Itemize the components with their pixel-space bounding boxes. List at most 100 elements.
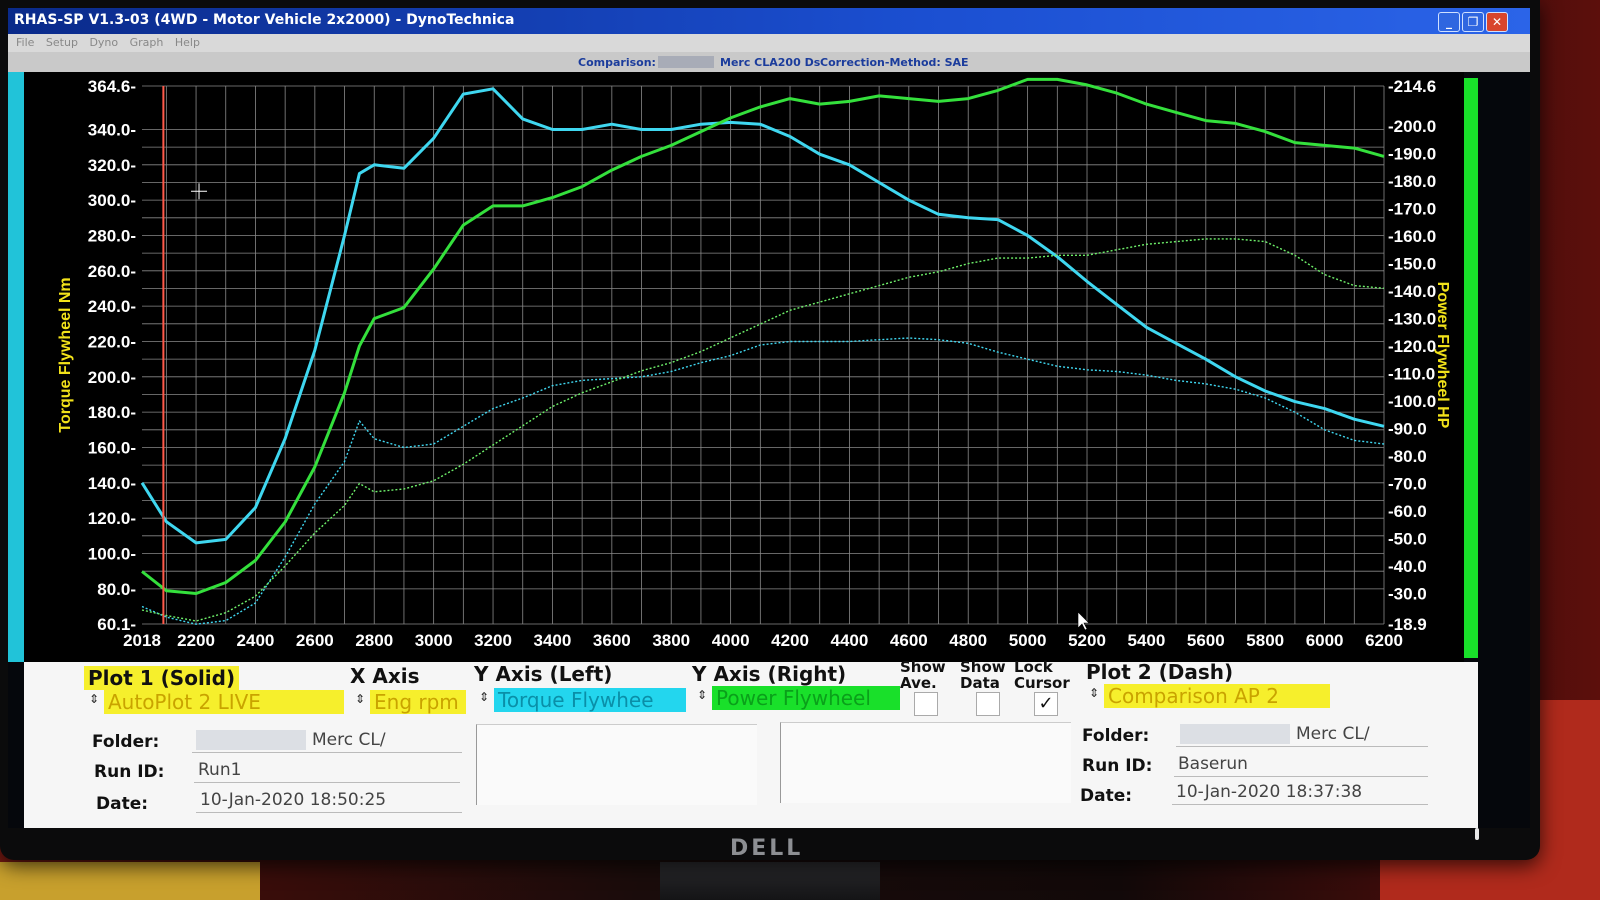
series-solid-right[interactable]: [141, 77, 1385, 595]
y-tick-label-right: -90.0: [1388, 420, 1427, 439]
y-tick-label-right: -110.0: [1388, 365, 1435, 384]
y-axis-right-header: Y Axis (Right): [692, 662, 847, 686]
show-ave-checkbox[interactable]: [914, 692, 938, 716]
y-tick-label-right: -100.0: [1388, 392, 1436, 411]
plot1-date-label: Date:: [96, 794, 149, 814]
y-tick-label-right: -40.0: [1388, 557, 1427, 576]
menu-item-dyno[interactable]: Dyno: [89, 36, 118, 49]
x-tick-label: 3200: [474, 631, 512, 650]
x-tick-label: 2400: [237, 631, 275, 650]
y-tick-label-right: -180.0: [1388, 172, 1436, 191]
y-tick-label-right: -160.0: [1388, 227, 1436, 246]
plot2-folder-field[interactable]: Merc CL/: [1176, 722, 1428, 747]
monitor-stand: [660, 862, 880, 900]
redacted-folder: [1180, 724, 1290, 744]
y-tick-label-right: -150.0: [1388, 255, 1436, 274]
y-tick-label-left: 140.0-: [88, 474, 136, 493]
x-tick-label: 3000: [415, 631, 453, 650]
window-title: RHAS-SP V1.3-03 (4WD - Motor Vehicle 2x2…: [14, 12, 515, 28]
x-tick-label: 4600: [890, 631, 928, 650]
yright-select[interactable]: Power Flywheel: [712, 686, 900, 710]
vehicle-name: Merc CLA200 Ds: [720, 56, 821, 69]
yleft-spinner-icon[interactable]: ⇕: [478, 691, 490, 703]
y-tick-label-right: -80.0: [1388, 447, 1427, 466]
minimize-button[interactable]: _: [1438, 12, 1460, 32]
plot1-folder-field[interactable]: Merc CL/: [192, 728, 462, 753]
y-tick-label-right: -30.0: [1388, 584, 1427, 603]
x-tick-label: 2200: [177, 631, 215, 650]
x-tick-label: 5200: [1068, 631, 1106, 650]
yright-spinner-icon[interactable]: ⇕: [696, 689, 708, 701]
menu-item-help[interactable]: Help: [175, 36, 200, 49]
series-dashed-left[interactable]: [141, 337, 1385, 625]
plot1-spinner-icon[interactable]: ⇕: [88, 693, 100, 705]
close-button[interactable]: ✕: [1486, 12, 1508, 32]
x-tick-label: 3600: [593, 631, 631, 650]
xaxis-spinner-icon[interactable]: ⇕: [354, 693, 366, 705]
power-led: [1475, 828, 1479, 840]
right-axis-color-bar: [1464, 78, 1478, 658]
plot1-folder-label: Folder:: [92, 732, 160, 752]
redacted-field: [658, 56, 714, 68]
plot2-header: Plot 2 (Dash): [1086, 660, 1234, 684]
y-tick-label-left: 260.0-: [88, 262, 136, 281]
x-tick-label: 5000: [1009, 631, 1047, 650]
monitor-brand-logo: DELL: [730, 836, 804, 861]
y-tick-label-left: 200.0-: [88, 368, 136, 387]
plot2-date-label: Date:: [1080, 786, 1133, 806]
plot2-spinner-icon[interactable]: ⇕: [1088, 687, 1100, 699]
x-tick-label: 2800: [355, 631, 393, 650]
y-tick-label-right: -200.0: [1388, 117, 1436, 136]
xaxis-select[interactable]: Eng rpm: [370, 690, 466, 714]
x-axis-header: X Axis: [350, 664, 420, 688]
screen: RHAS-SP V1.3-03 (4WD - Motor Vehicle 2x2…: [8, 8, 1530, 828]
plot2-runid-field[interactable]: Baserun: [1174, 752, 1428, 777]
y-tick-label-left: 180.0-: [88, 403, 136, 422]
y-tick-label-left: 160.0-: [88, 438, 136, 457]
menu-item-graph[interactable]: Graph: [130, 36, 164, 49]
plot1-runid-field[interactable]: Run1: [194, 758, 460, 783]
plot2-date-field[interactable]: 10-Jan-2020 18:37:38: [1172, 780, 1428, 805]
y-tick-label-left: 320.0-: [88, 156, 136, 175]
x-tick-label: 4000: [712, 631, 750, 650]
restore-button[interactable]: ❐: [1462, 12, 1484, 32]
x-tick-label: 4200: [771, 631, 809, 650]
x-tick-label: 6000: [1306, 631, 1344, 650]
y-tick-label-left: 300.0-: [88, 191, 136, 210]
yleft-select[interactable]: Torque Flywhee: [494, 688, 686, 712]
plot1-header: Plot 1 (Solid): [84, 666, 240, 690]
control-panel: Plot 1 (Solid) X Axis Y Axis (Left) Y Ax…: [24, 658, 1478, 828]
menu-bar: File Setup Dyno Graph Help: [8, 34, 1530, 52]
y-tick-label-left: 340.0-: [88, 120, 136, 139]
background-shelf: [0, 862, 260, 900]
plot2-folder-value: Merc CL/: [1296, 724, 1370, 744]
y-tick-label-right: -70.0: [1388, 475, 1427, 494]
x-tick-label: 5400: [1127, 631, 1165, 650]
y-tick-label-right: -140.0: [1388, 282, 1436, 301]
lock-cursor-label-bottom: Cursor: [1014, 674, 1070, 692]
plot1-select[interactable]: AutoPlot 2 LIVE: [104, 690, 344, 714]
plot2-runid-label: Run ID:: [1082, 756, 1153, 776]
show-data-label-bottom: Data: [960, 674, 1000, 692]
y-axis-label-right: Power Flywheel HP: [1434, 282, 1451, 429]
show-data-checkbox[interactable]: [976, 692, 1000, 716]
notes-box-right[interactable]: [780, 722, 1071, 803]
x-tick-label: 3800: [652, 631, 690, 650]
notes-box-left[interactable]: [476, 724, 757, 805]
y-axis-label-left: Torque Flywheel Nm: [57, 277, 74, 432]
plot2-select[interactable]: Comparison AP 2: [1104, 684, 1330, 708]
series-solid-left[interactable]: [140, 87, 1385, 545]
y-tick-label-right: -190.0: [1388, 145, 1436, 164]
correction-method: Correction-Method: SAE: [820, 56, 969, 69]
dyno-chart[interactable]: 364.6- 340.0- 320.0- 300.0- 280.0- 260.0- 240.…: [24, 72, 1464, 662]
menu-item-file[interactable]: File: [16, 36, 34, 49]
chart-svg[interactable]: 364.6- 340.0- 320.0- 300.0- 280.0- 260.0- 240.…: [24, 72, 1464, 662]
x-tick-label: 5600: [1187, 631, 1225, 650]
y-tick-label-left: 364.6-: [88, 77, 136, 96]
y-tick-label-right: -214.6: [1388, 77, 1436, 96]
menu-item-setup[interactable]: Setup: [46, 36, 78, 49]
lock-cursor-checkbox[interactable]: ✓: [1034, 692, 1058, 716]
y-tick-label-left: 100.0-: [88, 545, 136, 564]
x-tick-label: 4800: [949, 631, 987, 650]
plot1-date-field[interactable]: 10-Jan-2020 18:50:25: [196, 788, 462, 813]
